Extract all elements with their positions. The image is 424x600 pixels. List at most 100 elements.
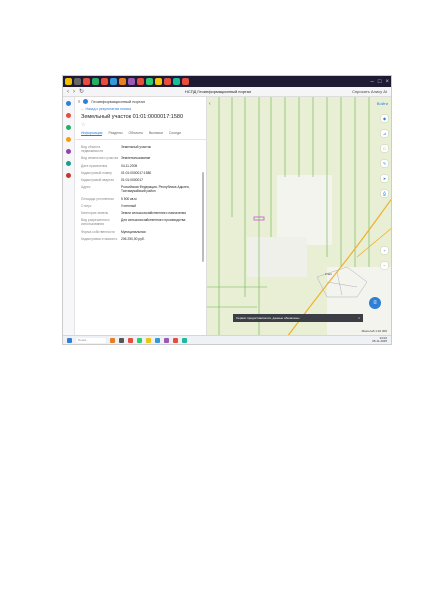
close-icon[interactable]: × xyxy=(385,79,389,85)
sidebar-app-icon[interactable] xyxy=(66,101,71,106)
attribute-value: Учтенный xyxy=(121,203,136,208)
sidebar-app-icon[interactable] xyxy=(66,173,71,178)
tab-objects[interactable]: Объекты xyxy=(129,131,143,136)
back-arrow-icon[interactable]: ‹ xyxy=(67,89,69,95)
draw-icon[interactable]: ✎ xyxy=(381,160,388,167)
attribute-row: Вид разрешенного использования Для сельск… xyxy=(81,218,200,226)
tab-icon[interactable] xyxy=(128,78,135,85)
toast-text: Сервис предоставляется, данные обновлены xyxy=(236,316,300,320)
attribute-key: Кадастровая стоимость xyxy=(81,236,118,241)
minimize-icon[interactable]: – xyxy=(371,79,374,85)
attribute-row: Вид земельного участка Землепользование xyxy=(81,156,200,160)
taskbar-app-icon[interactable] xyxy=(173,337,178,343)
search-area-icon[interactable]: □ xyxy=(381,145,388,152)
measure-icon[interactable]: ⊿ xyxy=(381,130,388,137)
taskbar-app-icon[interactable] xyxy=(164,337,169,343)
object-info-panel: ≡ Геоинформационный портал ← Назад к рез… xyxy=(75,97,207,335)
maximize-icon[interactable]: □ xyxy=(378,79,382,85)
attribute-value: 04.11.2005 xyxy=(121,163,138,168)
portal-title: Геоинформационный портал xyxy=(91,99,146,104)
attribute-key: Кадастровый номер xyxy=(81,170,112,175)
zoom-out-icon[interactable]: − xyxy=(381,262,388,269)
tab-icon[interactable] xyxy=(92,78,99,85)
village-label: Уляп xyxy=(325,272,332,276)
tab-neighbors[interactable]: Соседи xyxy=(169,131,181,136)
attribute-row: Категория земель Земли сельскохозяйственн… xyxy=(81,211,200,215)
login-link[interactable]: Войти xyxy=(377,101,388,106)
url-field[interactable]: НСПД Геоинформационный портал xyxy=(88,89,348,94)
sidebar-app-icon[interactable] xyxy=(66,125,71,130)
attribute-key: Статус xyxy=(81,203,92,208)
tab-icon[interactable] xyxy=(155,78,162,85)
sidebar-app-icon[interactable] xyxy=(66,113,71,118)
sidebar-app-icon[interactable] xyxy=(66,149,71,154)
taskbar-app-icon[interactable] xyxy=(128,337,133,343)
tab-icon[interactable] xyxy=(119,78,126,85)
info-tabs: Информация Разделы Объекты Выписки Сосед… xyxy=(75,128,206,140)
menu-icon[interactable]: ≡ xyxy=(78,99,80,104)
clock-date: 05.11.2025 xyxy=(372,339,387,343)
tab-icon[interactable] xyxy=(65,78,72,85)
map-scale: Масштаб 1:10 000 xyxy=(361,329,387,333)
attribute-value: Земельный участок xyxy=(121,145,152,149)
toast-close-icon[interactable]: × xyxy=(358,316,360,320)
tab-extracts[interactable]: Выписки xyxy=(149,131,163,136)
sidebar-app-icon[interactable] xyxy=(66,137,71,142)
attribute-value: 206 250,00 руб. xyxy=(121,236,145,241)
map-tools: ◆ ⊿ □ ✎ ➤ ⎙ xyxy=(381,115,388,197)
windows-start-icon[interactable] xyxy=(67,337,72,343)
tab-icon[interactable] xyxy=(101,78,108,85)
portal-logo-icon xyxy=(83,99,89,104)
attribute-value: 01:01:0000017:1580 xyxy=(121,170,152,175)
panel-scrollbar[interactable] xyxy=(202,172,204,262)
tab-icon[interactable] xyxy=(137,78,144,85)
attribute-value: Для сельскохозяйственного производства xyxy=(121,218,186,223)
screenshot-frame: – □ × ‹ › ↻ НСПД Геоинформационный порта… xyxy=(62,75,392,345)
sidebar-app-icon[interactable] xyxy=(66,161,71,166)
print-icon[interactable]: ⎙ xyxy=(381,190,388,197)
tab-info[interactable]: Информация xyxy=(81,131,103,136)
map-canvas[interactable]: ‹ Войти ◆ ⊿ □ ✎ ➤ ⎙ + − Уляп ≡ Сервис пр… xyxy=(207,97,391,335)
tab-icon[interactable] xyxy=(74,78,81,85)
zoom-in-icon[interactable]: + xyxy=(381,247,388,254)
taskbar-app-icon[interactable] xyxy=(155,337,160,343)
browser-tab-bar: – □ × xyxy=(63,76,391,87)
taskbar-clock[interactable]: 13:02 05.11.2025 xyxy=(372,336,387,344)
attribute-row: Адрес Российская Федерация, Республика Ад… xyxy=(81,185,200,193)
taskbar-app-icon[interactable] xyxy=(146,337,151,343)
notification-toast: Сервис предоставляется, данные обновлены… xyxy=(233,314,363,322)
attribute-value: Земли сельскохозяйственного назначения xyxy=(121,211,187,216)
taskbar-app-icon[interactable] xyxy=(119,337,124,343)
attribute-value: Муниципальная xyxy=(121,229,146,234)
taskbar-app-icon[interactable] xyxy=(137,337,142,343)
reload-icon[interactable]: ↻ xyxy=(79,88,84,95)
forward-arrow-icon[interactable]: › xyxy=(73,89,75,95)
window-controls: – □ × xyxy=(371,79,389,85)
address-bar: ‹ › ↻ НСПД Геоинформационный портал Спро… xyxy=(63,87,391,97)
tab-icon[interactable] xyxy=(182,78,189,85)
attribute-row: Кадастровая стоимость 206 250,00 руб. xyxy=(81,237,200,241)
collapse-panel-icon[interactable]: ‹ xyxy=(209,101,211,107)
portal-header: ≡ Геоинформационный портал xyxy=(75,97,206,106)
tab-sections[interactable]: Разделы xyxy=(108,131,122,136)
layers-icon[interactable]: ◆ xyxy=(381,115,388,122)
attribute-key: Кадастровый квартал xyxy=(81,178,115,183)
locate-icon[interactable]: ➤ xyxy=(381,175,388,182)
zoom-tools: + − xyxy=(381,247,388,269)
tab-icon[interactable] xyxy=(110,78,117,85)
taskbar-app-icon[interactable] xyxy=(182,337,187,343)
browser-sidebar xyxy=(63,97,75,335)
attribute-key: Вид разрешенного использования xyxy=(81,218,110,227)
tab-icon[interactable] xyxy=(173,78,180,85)
taskbar-app-icon[interactable] xyxy=(110,337,115,343)
attribute-value: Российская Федерация, Республика Адыгея,… xyxy=(121,185,190,194)
assistant-fab-icon[interactable]: ≡ xyxy=(369,297,381,309)
map-fields-layer xyxy=(207,97,391,335)
tab-icon[interactable] xyxy=(164,78,171,85)
tab-icon[interactable] xyxy=(146,78,153,85)
attribute-row: Вид объекта недвижимости Земельный участо… xyxy=(81,145,200,153)
tab-icon[interactable] xyxy=(83,78,90,85)
taskbar-search-input[interactable]: Поиск xyxy=(76,337,106,343)
attribute-row: Форма собственности Муниципальная xyxy=(81,230,200,234)
ai-assistant-button[interactable]: Спросить Алису AI xyxy=(352,89,387,94)
